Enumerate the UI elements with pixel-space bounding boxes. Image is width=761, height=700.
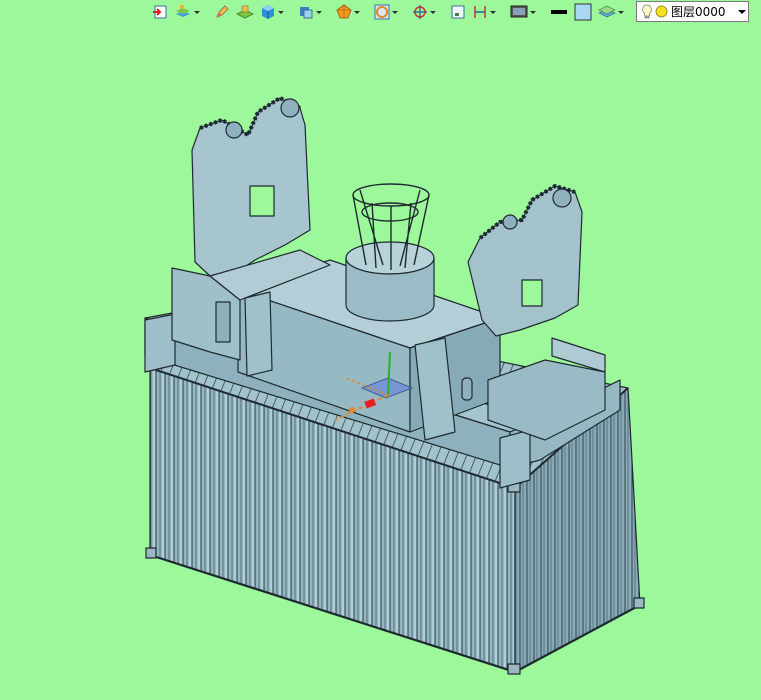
- chevron-down-icon: [194, 10, 200, 14]
- chevron-down-icon: [618, 10, 624, 14]
- corner-casting: [633, 597, 645, 609]
- chevron-down-icon: [430, 10, 436, 14]
- layer-icon: [598, 5, 616, 18]
- frame-icon: [451, 5, 465, 19]
- chevron-down-icon: [316, 10, 322, 14]
- sun-icon[interactable]: [655, 5, 668, 18]
- line-weight-button[interactable]: [548, 1, 570, 23]
- circle-frame-icon: [374, 4, 390, 20]
- left-pulley: [225, 121, 243, 139]
- chevron-down-icon: [392, 10, 398, 14]
- spreader-corner-post: [499, 429, 531, 489]
- lightbulb-icon[interactable]: [641, 4, 653, 20]
- chevron-down-icon: [530, 10, 536, 14]
- dimension-button[interactable]: [470, 1, 498, 23]
- post-slot: [461, 377, 473, 401]
- import-button[interactable]: [150, 1, 170, 23]
- plane-icon: [236, 5, 254, 19]
- left-pulley: [280, 98, 300, 118]
- circle-frame-button[interactable]: [372, 1, 400, 23]
- polygon-icon: [336, 4, 352, 19]
- pencil-icon: [216, 5, 229, 18]
- cube-button[interactable]: [258, 1, 286, 23]
- combo-arrow[interactable]: [734, 2, 748, 21]
- monitor-button[interactable]: [508, 1, 538, 23]
- target-button[interactable]: [410, 1, 438, 23]
- chevron-down-icon: [738, 9, 746, 14]
- color-swatch-icon: [574, 3, 592, 21]
- frame-button[interactable]: [448, 1, 468, 23]
- layer-select[interactable]: 图层0000: [636, 1, 749, 22]
- chevron-down-icon: [354, 10, 360, 14]
- right-pulley: [552, 188, 572, 208]
- import-icon: [153, 5, 167, 19]
- chevron-down-icon: [490, 10, 496, 14]
- layers-stack-icon: [176, 5, 190, 17]
- layer-name: 图层0000: [671, 5, 726, 19]
- box-view-icon: [300, 7, 313, 19]
- layers-stack-button[interactable]: [172, 1, 202, 23]
- box-view-button[interactable]: [296, 1, 324, 23]
- monitor-icon: [510, 5, 528, 18]
- axis-handle[interactable]: [349, 407, 355, 413]
- target-icon: [413, 5, 427, 19]
- plane-button[interactable]: [234, 1, 256, 23]
- polygon-button[interactable]: [334, 1, 362, 23]
- right-lug-plate: [467, 185, 583, 337]
- left-lug-window: [249, 185, 275, 217]
- cube-icon: [262, 5, 274, 19]
- 3d-viewport[interactable]: [0, 24, 761, 700]
- dimension-icon: [474, 6, 486, 18]
- corner-casting: [507, 663, 521, 675]
- left-slot: [215, 301, 231, 343]
- front-post: [244, 291, 273, 377]
- layer-button[interactable]: [596, 1, 626, 23]
- chevron-down-icon: [278, 10, 284, 14]
- color-swatch-button[interactable]: [572, 1, 594, 23]
- spreader-corner-post: [144, 313, 176, 373]
- corner-casting: [145, 547, 157, 559]
- right-lug-window: [521, 279, 543, 307]
- right-pulley: [502, 214, 518, 230]
- pencil-button[interactable]: [212, 1, 232, 23]
- line-weight-icon: [551, 10, 567, 14]
